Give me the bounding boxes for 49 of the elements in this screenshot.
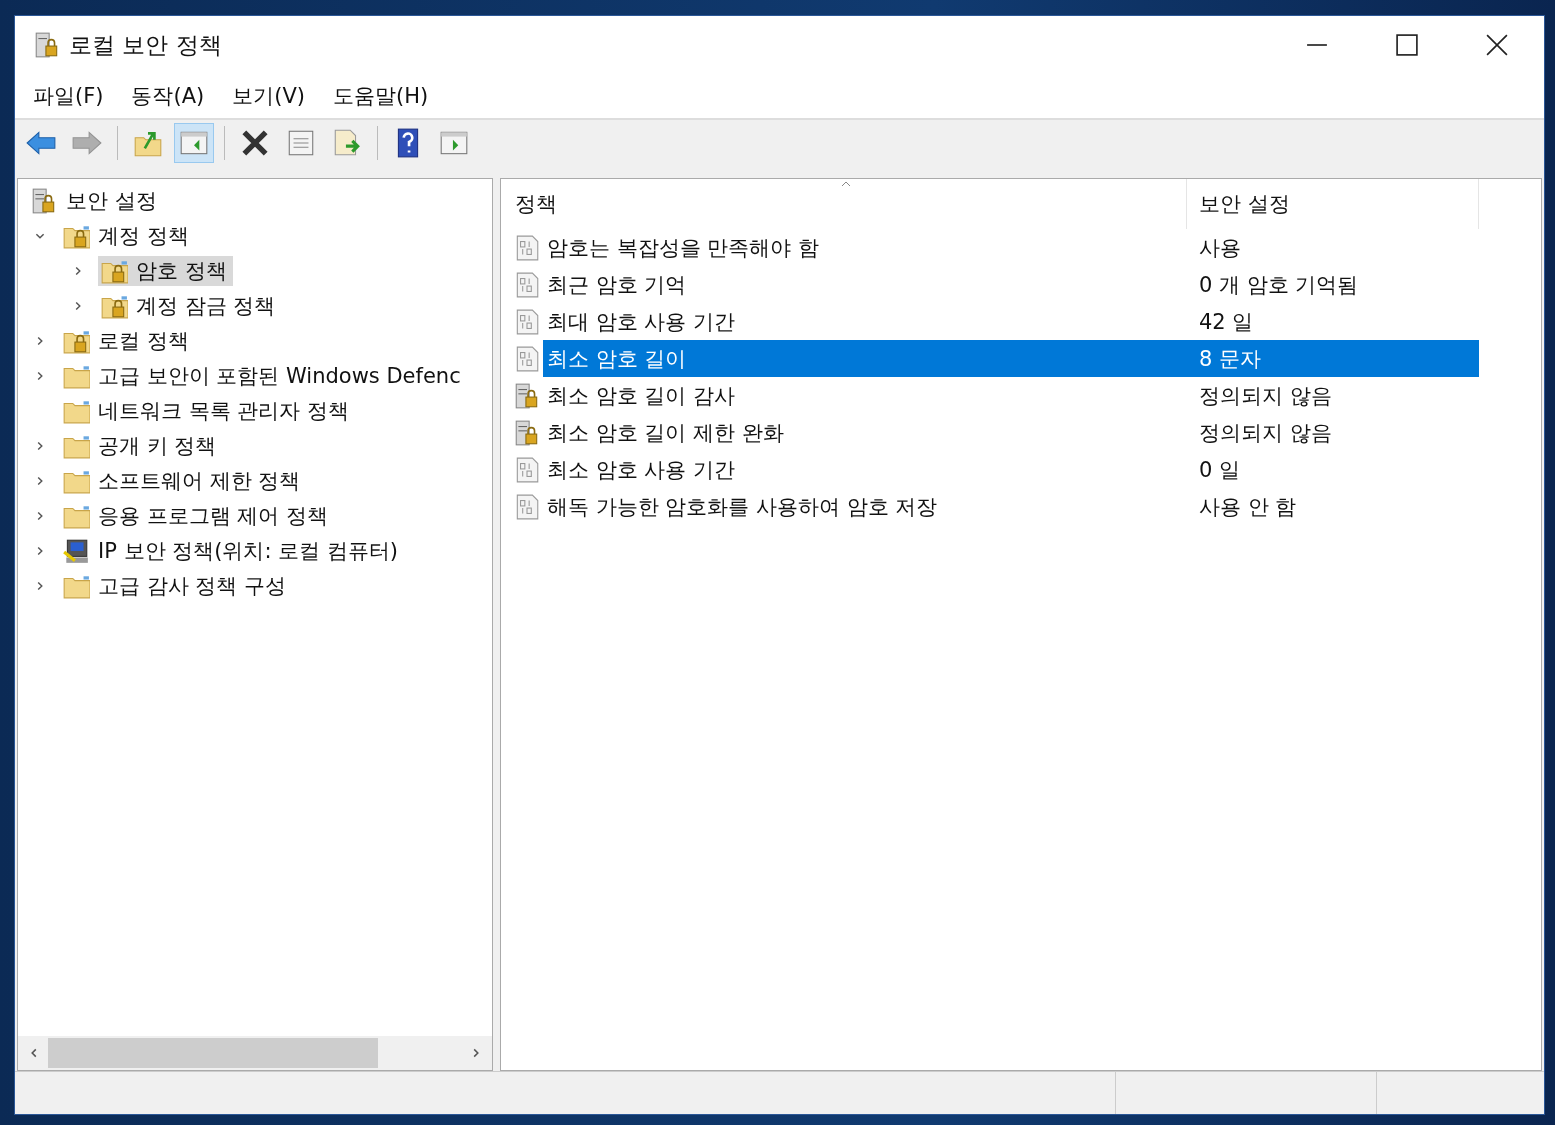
security-setting: 0 일 (1199, 456, 1241, 484)
tree-item[interactable]: 계정 잠금 정책 (98, 290, 282, 321)
policy-name: 최소 암호 사용 기간 (546, 456, 737, 484)
tree-item[interactable]: IP 보안 정책(위치: 로컬 컴퓨터) (60, 535, 405, 566)
security-setting: 정의되지 않음 (1199, 419, 1332, 447)
policy-name: 최소 암호 길이 제한 완화 (546, 419, 785, 447)
policy-name: 암호는 복잡성을 만족해야 함 (546, 234, 821, 262)
security-setting: 8 문자 (1199, 345, 1262, 373)
security-setting: 정의되지 않음 (1199, 382, 1332, 410)
policy-name: 최소 암호 길이 감사 (546, 382, 737, 410)
window-title: 로컬 보안 정책 (69, 30, 222, 60)
security-setting: 사용 안 함 (1199, 493, 1297, 521)
policy-row[interactable]: 최소 암호 길이 8 문자 (543, 340, 1479, 377)
policy-row[interactable]: 최근 암호 기억 0 개 암호 기억됨 (543, 266, 1479, 303)
menu-item[interactable]: 보기(V) (232, 82, 305, 110)
policy-name: 최근 암호 기억 (546, 271, 688, 299)
tree-item[interactable]: 암호 정책 (98, 255, 233, 286)
tree-item[interactable]: 계정 정책 (60, 220, 195, 251)
menu-item[interactable]: 파일(F) (33, 82, 104, 110)
policy-row[interactable]: 최소 암호 사용 기간 0 일 (543, 451, 1479, 488)
tree-item[interactable]: 고급 보안이 포함된 Windows Defenc (60, 360, 467, 391)
policy-row[interactable]: 최소 암호 길이 제한 완화 정의되지 않음 (543, 414, 1479, 451)
tree-item[interactable]: 네트워크 목록 관리자 정책 (60, 395, 356, 426)
tree-item[interactable]: 소프트웨어 제한 정책 (60, 465, 307, 496)
menu-item[interactable]: 동작(A) (131, 82, 205, 110)
horizontal-scrollbar[interactable] (18, 1036, 492, 1070)
policy-row[interactable]: 해독 가능한 암호화를 사용하여 암호 저장 사용 안 함 (543, 488, 1479, 525)
maximize-icon[interactable] (1396, 34, 1418, 56)
menu-item[interactable]: 도움말(H) (333, 82, 429, 110)
policy-row[interactable]: 암호는 복잡성을 만족해야 함 사용 (543, 229, 1479, 266)
policy-row[interactable]: 최소 암호 길이 감사 정의되지 않음 (543, 377, 1479, 414)
security-setting: 42 일 (1199, 308, 1254, 336)
policy-name: 해독 가능한 암호화를 사용하여 암호 저장 (546, 493, 939, 521)
tree-item[interactable]: 고급 감사 정책 구성 (60, 570, 293, 601)
security-setting: 0 개 암호 기억됨 (1199, 271, 1359, 299)
security-setting: 사용 (1199, 234, 1241, 262)
close-icon[interactable] (1486, 34, 1508, 56)
column-header[interactable]: 정책 (501, 179, 1187, 229)
policy-row[interactable]: 최대 암호 사용 기간 42 일 (543, 303, 1479, 340)
show-tree-button[interactable] (174, 123, 214, 163)
scrollbar-thumb[interactable] (48, 1038, 378, 1068)
tree-item[interactable]: 보안 설정 (28, 185, 163, 216)
column-header[interactable]: 보안 설정 (1187, 179, 1479, 229)
policy-name: 최소 암호 길이 (546, 345, 688, 373)
tree-item[interactable]: 응용 프로그램 제어 정책 (60, 500, 335, 531)
sort-caret-icon (841, 181, 851, 187)
policy-name: 최대 암호 사용 기간 (546, 308, 737, 336)
tree-item[interactable]: 공개 키 정책 (60, 430, 223, 461)
tree-item[interactable]: 로컬 정책 (60, 325, 195, 356)
